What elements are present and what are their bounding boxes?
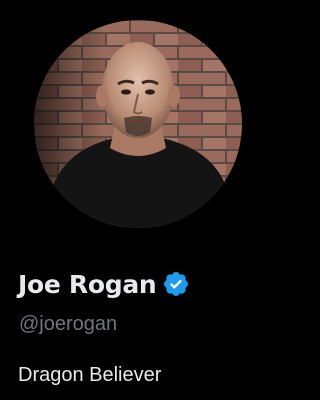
user-handle: @joerogan	[19, 313, 118, 335]
avatar-image	[34, 20, 242, 228]
verified-badge-icon[interactable]	[162, 270, 190, 298]
profile-header: Joe Rogan @joerogan Dragon Believer	[0, 0, 268, 400]
avatar[interactable]	[34, 20, 242, 228]
bio: Dragon Believer	[18, 364, 162, 386]
display-name: Joe Rogan	[18, 269, 157, 299]
name-row: Joe Rogan	[18, 264, 190, 304]
